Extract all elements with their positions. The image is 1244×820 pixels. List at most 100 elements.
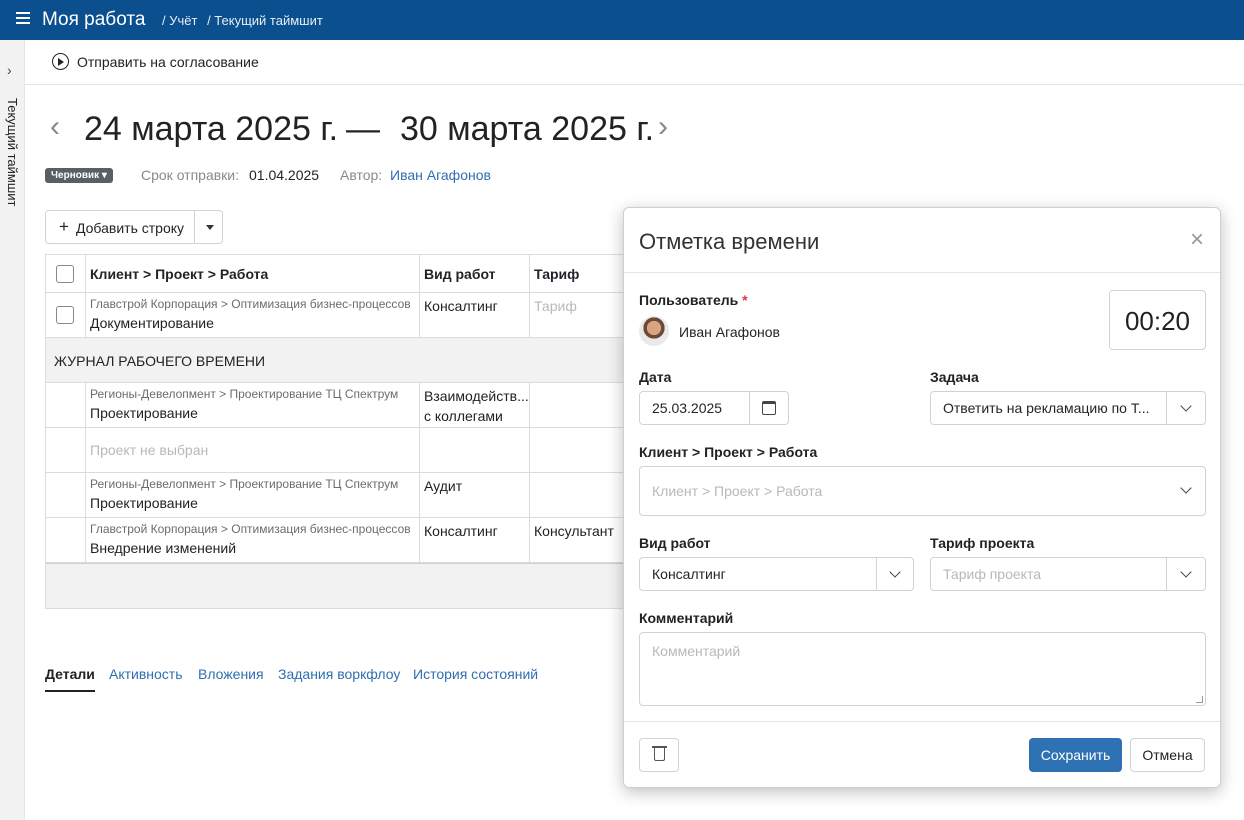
- tab-attachments[interactable]: Вложения: [198, 666, 264, 682]
- tab-activity[interactable]: Активность: [109, 666, 183, 682]
- work-type-label: Вид работ: [639, 535, 711, 551]
- row-cpw-cell[interactable]: Регионы-Девелопмент > Проектирование ТЦ …: [86, 473, 420, 517]
- menu-icon[interactable]: [16, 12, 30, 24]
- next-period-icon[interactable]: ›: [658, 110, 668, 144]
- chevron-right-icon[interactable]: ›: [7, 62, 12, 78]
- cpw-select[interactable]: Клиент > Проект > Работа: [639, 466, 1206, 516]
- row-tariff: Консультант: [534, 523, 614, 539]
- date-divider: [749, 392, 750, 424]
- status-badge[interactable]: Черновик ▾: [45, 168, 113, 183]
- row-cpw-cell[interactable]: Регионы-Девелопмент > Проектирование ТЦ …: [86, 383, 420, 427]
- row-task: Документирование: [90, 315, 214, 331]
- avatar: [639, 316, 669, 346]
- caret-down-icon[interactable]: [206, 225, 214, 230]
- breadcrumb-item-current-timesheet[interactable]: / Текущий таймшит: [207, 13, 323, 28]
- row-work-type: Консалтинг: [424, 523, 498, 539]
- row-work-type-cell[interactable]: Аудит: [420, 473, 530, 517]
- split-divider: [194, 211, 195, 243]
- cpw-label: Клиент > Проект > Работа: [639, 444, 818, 460]
- required-mark: *: [742, 292, 748, 308]
- user-name: Иван Агафонов: [679, 324, 780, 340]
- cancel-button[interactable]: Отмена: [1130, 738, 1205, 772]
- header-work-type[interactable]: Вид работ: [420, 255, 530, 292]
- row-path: Регионы-Девелопмент > Проектирование ТЦ …: [90, 477, 399, 491]
- tab-workflow-tasks[interactable]: Задания воркфлоу: [278, 666, 400, 682]
- row-cpw-cell[interactable]: Главстрой Корпорация > Оптимизация бизне…: [86, 518, 420, 562]
- tariff-label: Тариф проекта: [930, 535, 1035, 551]
- table-row[interactable]: Регионы-Девелопмент > Проектирование ТЦ …: [46, 473, 644, 518]
- header-select-cell: [46, 255, 86, 292]
- grid-header-row: Клиент > Проект > Работа Вид работ Тариф: [46, 255, 644, 293]
- row-project-placeholder: Проект не выбран: [90, 442, 209, 458]
- author-label: Автор:: [340, 167, 383, 183]
- add-row-button[interactable]: Добавить строку: [76, 220, 184, 236]
- comment-label: Комментарий: [639, 610, 734, 626]
- chevron-down-icon[interactable]: [1180, 566, 1192, 578]
- row-work-type-cell[interactable]: Консалтинг: [420, 293, 530, 337]
- chevron-down-icon[interactable]: [889, 566, 901, 578]
- deadline-value: 01.04.2025: [249, 167, 320, 183]
- save-button[interactable]: Сохранить: [1029, 738, 1122, 772]
- section-title: ЖУРНАЛ РАБОЧЕГО ВРЕМЕНИ: [54, 353, 266, 369]
- tariff-select[interactable]: Тариф проекта: [930, 557, 1206, 591]
- section-row: ЖУРНАЛ РАБОЧЕГО ВРЕМЕНИ: [46, 338, 644, 383]
- row-select-cell: [46, 428, 86, 472]
- tab-details[interactable]: Детали: [45, 666, 95, 692]
- header-client-project-work[interactable]: Клиент > Проект > Работа: [86, 255, 420, 292]
- chevron-down-icon[interactable]: [1180, 400, 1192, 412]
- table-row[interactable]: Главстрой Корпорация > Оптимизация бизне…: [46, 293, 644, 338]
- time-field[interactable]: 00:20: [1109, 290, 1206, 350]
- row-path: Главстрой Корпорация > Оптимизация бизне…: [90, 297, 411, 311]
- date-field[interactable]: 25.03.2025: [639, 391, 789, 425]
- chevron-down-icon[interactable]: [1180, 482, 1192, 494]
- timesheet-grid: Клиент > Проект > Работа Вид работ Тариф…: [45, 254, 645, 609]
- row-select-cell: [46, 518, 86, 562]
- tab-state-history[interactable]: История состояний: [413, 666, 538, 682]
- row-work-type-cell[interactable]: Консалтинг: [420, 518, 530, 562]
- calendar-icon[interactable]: [762, 401, 776, 415]
- cpw-placeholder: Клиент > Проект > Работа: [652, 483, 823, 499]
- row-work-type: Взаимодейств...: [424, 388, 529, 404]
- comment-placeholder: Комментарий: [652, 643, 741, 659]
- send-for-approval-button[interactable]: Отправить на согласование: [77, 54, 259, 70]
- row-work-type: Аудит: [424, 478, 463, 494]
- author-link[interactable]: Иван Агафонов: [390, 167, 491, 183]
- dialog-footer-divider: [624, 721, 1220, 722]
- time-value: 00:20: [1124, 306, 1191, 336]
- plus-icon[interactable]: +: [59, 217, 69, 237]
- work-type-value: Консалтинг: [652, 566, 726, 582]
- row-work-type-cell[interactable]: [420, 428, 530, 472]
- task-select[interactable]: Ответить на рекламацию по Т...: [930, 391, 1206, 425]
- play-circle-icon[interactable]: [52, 53, 69, 70]
- select-all-checkbox[interactable]: [56, 265, 74, 283]
- delete-button[interactable]: [639, 738, 679, 772]
- dialog-header: Отметка времени ×: [624, 208, 1220, 273]
- row-work-type-cell[interactable]: Взаимодейств... с коллегами: [420, 383, 530, 427]
- row-checkbox[interactable]: [56, 306, 74, 324]
- trash-icon: [654, 748, 665, 761]
- table-row[interactable]: Главстрой Корпорация > Оптимизация бизне…: [46, 518, 644, 563]
- tariff-placeholder: Тариф проекта: [943, 566, 1041, 582]
- side-rail: › Текущий таймшит: [0, 40, 25, 820]
- prev-period-icon[interactable]: ‹: [50, 110, 60, 144]
- date-value: 25.03.2025: [652, 400, 723, 416]
- date-label: Дата: [639, 369, 672, 385]
- deadline-label: Срок отправки:: [141, 167, 240, 183]
- work-type-divider: [876, 558, 877, 590]
- tariff-divider: [1166, 558, 1167, 590]
- table-row[interactable]: Проект не выбран: [46, 428, 644, 473]
- dialog-title: Отметка времени: [639, 229, 820, 254]
- work-type-select[interactable]: Консалтинг: [639, 557, 914, 591]
- row-task: Проектирование: [90, 495, 198, 511]
- row-cpw-cell[interactable]: Главстрой Корпорация > Оптимизация бизне…: [86, 293, 420, 337]
- app-title[interactable]: Моя работа: [42, 9, 145, 31]
- row-path: Главстрой Корпорация > Оптимизация бизне…: [90, 522, 411, 536]
- comment-textarea[interactable]: Комментарий: [639, 632, 1206, 706]
- table-row[interactable]: Регионы-Девелопмент > Проектирование ТЦ …: [46, 383, 644, 428]
- row-cpw-cell[interactable]: Проект не выбран: [86, 428, 420, 472]
- side-rail-label[interactable]: Текущий таймшит: [5, 98, 20, 207]
- row-path: Регионы-Девелопмент > Проектирование ТЦ …: [90, 387, 399, 401]
- close-icon[interactable]: ×: [1190, 228, 1204, 252]
- resize-handle-icon[interactable]: [1196, 696, 1203, 703]
- breadcrumb-item-accounting[interactable]: / Учёт: [162, 13, 197, 28]
